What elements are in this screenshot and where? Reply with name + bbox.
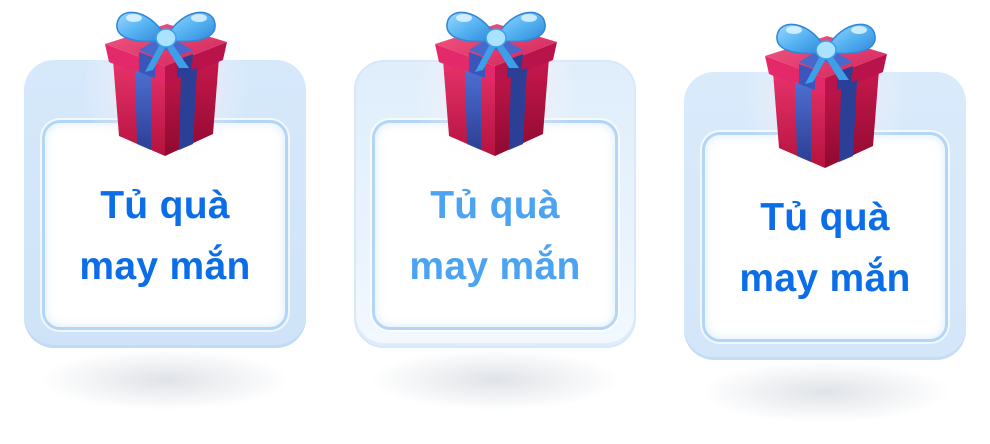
- card-title-line1: Tủ quà: [760, 196, 890, 239]
- gift-box-icon: [80, 9, 250, 170]
- card-title-line2: may mắn: [79, 245, 251, 288]
- card-title-line1: Tủ quà: [100, 184, 230, 227]
- gift-card-1[interactable]: Tủ quà may mắn: [24, 9, 306, 410]
- card-title: Tủ quà may mắn: [409, 175, 580, 297]
- card-shadow: [702, 362, 948, 422]
- card-title-line2: may mắn: [739, 257, 911, 300]
- card-shadow: [42, 350, 288, 410]
- gift-card-2[interactable]: Tủ quà may mắn: [354, 9, 636, 410]
- card-title: Tủ quà may mắn: [739, 187, 910, 309]
- gift-box-icon: [740, 21, 910, 182]
- gift-box-icon: [410, 9, 580, 170]
- card-title-line2: may mắn: [409, 245, 581, 288]
- card-title: Tủ quà may mắn: [79, 175, 250, 297]
- card-shadow: [372, 350, 618, 410]
- gift-card-3[interactable]: Tủ quà may mắn: [684, 21, 966, 422]
- card-title-line1: Tủ quà: [430, 184, 560, 227]
